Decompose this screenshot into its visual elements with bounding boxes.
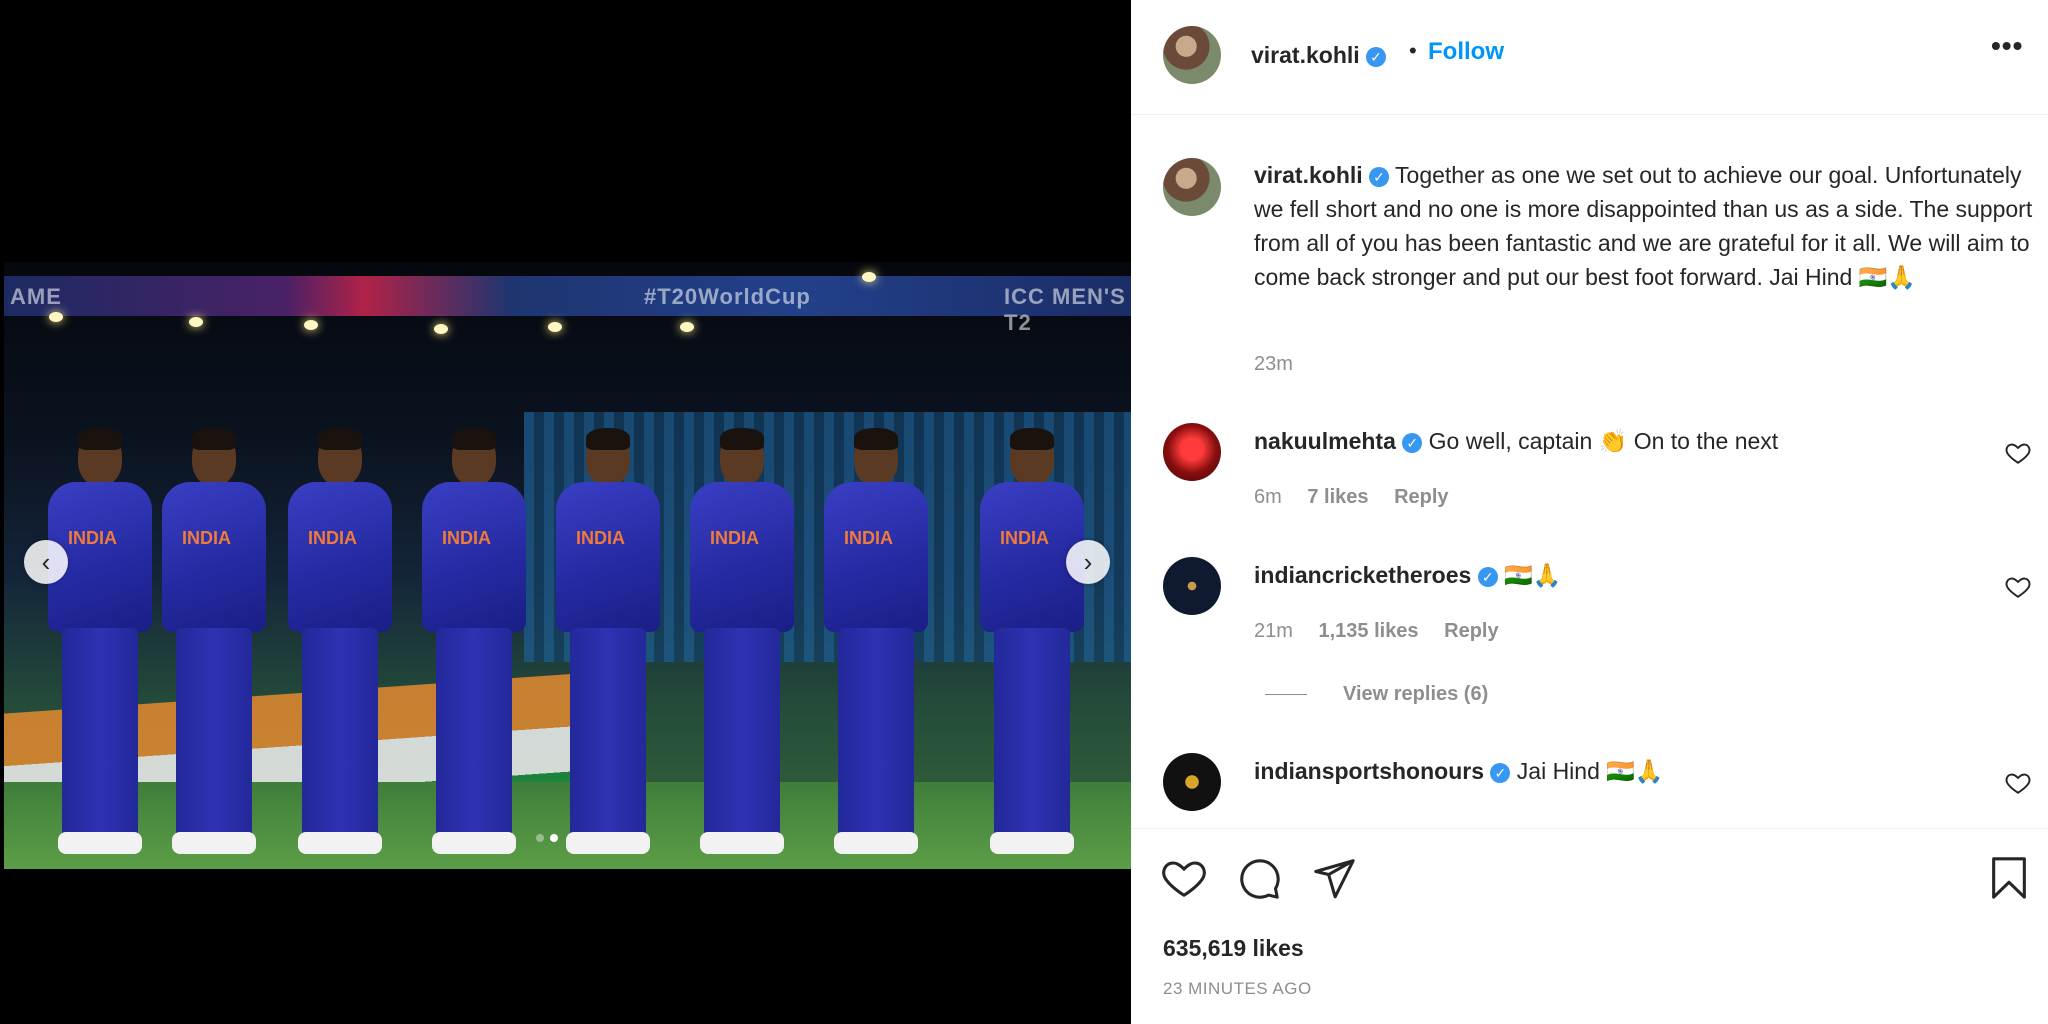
post-actions: 635,619 likes 23 MINUTES AGO [1131,828,2048,1024]
author-avatar[interactable] [1163,26,1221,84]
reply-button[interactable]: Reply [1444,620,1498,642]
comment-heart-icon[interactable] [2005,440,2031,466]
bookmark-icon[interactable] [1986,855,2032,901]
post-details-panel: virat.kohli ✓ • Follow ••• virat.kohli ✓… [1131,0,2048,1024]
stadium-light [434,324,448,334]
media-pane: AME #T20WorldCup ICC MEN'S T2 INDIA INDI… [0,0,1131,1024]
heart-icon[interactable] [1161,855,1207,901]
comment-likes[interactable]: 1,135 likes [1318,620,1418,642]
verified-badge-icon: ✓ [1477,566,1498,587]
stadium-light [304,320,318,330]
player: INDIA [682,428,802,862]
banner-hashtag: #T20WorldCup [644,284,811,309]
view-replies-button[interactable]: View replies (6) [1265,683,1488,706]
carousel-dot [536,834,544,842]
player: INDIA [154,428,274,862]
author-username[interactable]: virat.kohli ✓ [1251,42,1387,69]
reply-button[interactable]: Reply [1394,486,1448,508]
verified-badge-icon: ✓ [1369,166,1390,187]
comment-text: indiancricketheroes ✓ 🇮🇳🙏 [1254,562,1562,588]
caption-timestamp: 23m [1254,353,1293,375]
player: INDIA [548,428,668,862]
next-photo-button[interactable]: › [1066,540,1110,584]
player: INDIA [414,428,534,862]
comment-icon[interactable] [1236,855,1282,901]
banner-text-left: AME [10,284,62,309]
caption-username[interactable]: virat.kohli [1254,162,1363,188]
verified-badge-icon: ✓ [1402,432,1423,453]
carousel-dot-active [550,834,558,842]
comment-likes[interactable]: 7 likes [1307,486,1368,508]
caption-avatar[interactable] [1163,158,1221,216]
follow-button[interactable]: Follow [1428,38,1504,66]
commenter-avatar[interactable] [1163,753,1221,811]
likes-count[interactable]: 635,619 likes [1163,935,1304,962]
commenter-avatar[interactable] [1163,423,1221,481]
comment-heart-icon[interactable] [2005,770,2031,796]
comment-time: 21m [1254,620,1293,642]
verified-badge-icon: ✓ [1490,762,1511,783]
player: INDIA [40,428,160,862]
banner-text-right: ICC MEN'S T2 [1004,284,1126,335]
verified-badge-icon: ✓ [1366,46,1387,67]
carousel-indicator [536,834,558,842]
post-timestamp: 23 MINUTES AGO [1163,979,1312,998]
stadium-light [49,312,63,322]
post-header: virat.kohli ✓ • Follow ••• [1131,0,2048,115]
stadium-light [189,317,203,327]
comment-text: indiansportshonours ✓ Jai Hind 🇮🇳🙏 [1254,758,1664,784]
commenter-avatar[interactable] [1163,557,1221,615]
stadium-light [680,322,694,332]
post-photo: AME #T20WorldCup ICC MEN'S T2 INDIA INDI… [4,262,1131,869]
comment-meta: 6m 7 likes Reply [1254,486,1469,509]
comment-heart-icon[interactable] [2005,574,2031,600]
comment-time: 6m [1254,486,1282,508]
separator-dot: • [1409,38,1417,63]
comment-username[interactable]: indiancricketheroes [1254,562,1471,588]
share-icon[interactable] [1311,855,1357,901]
comment-text: nakuulmehta ✓ Go well, captain 👏 On to t… [1254,428,1779,454]
player: INDIA [972,428,1092,862]
comment-meta: 21m 1,135 likes Reply [1254,620,1519,643]
replies-divider [1265,694,1307,696]
player: INDIA [280,428,400,862]
more-options-icon[interactable]: ••• [1991,30,2023,62]
comment-username[interactable]: indiansportshonours [1254,758,1484,784]
stadium-light [862,272,876,282]
player: INDIA [816,428,936,862]
previous-photo-button[interactable]: ‹ [24,540,68,584]
comment-username[interactable]: nakuulmehta [1254,428,1396,454]
instagram-post-view: AME #T20WorldCup ICC MEN'S T2 INDIA INDI… [0,0,2048,1024]
stadium-light [548,322,562,332]
stadium-banner [4,276,1131,316]
post-caption: virat.kohli ✓ Together as one we set out… [1254,158,2034,294]
